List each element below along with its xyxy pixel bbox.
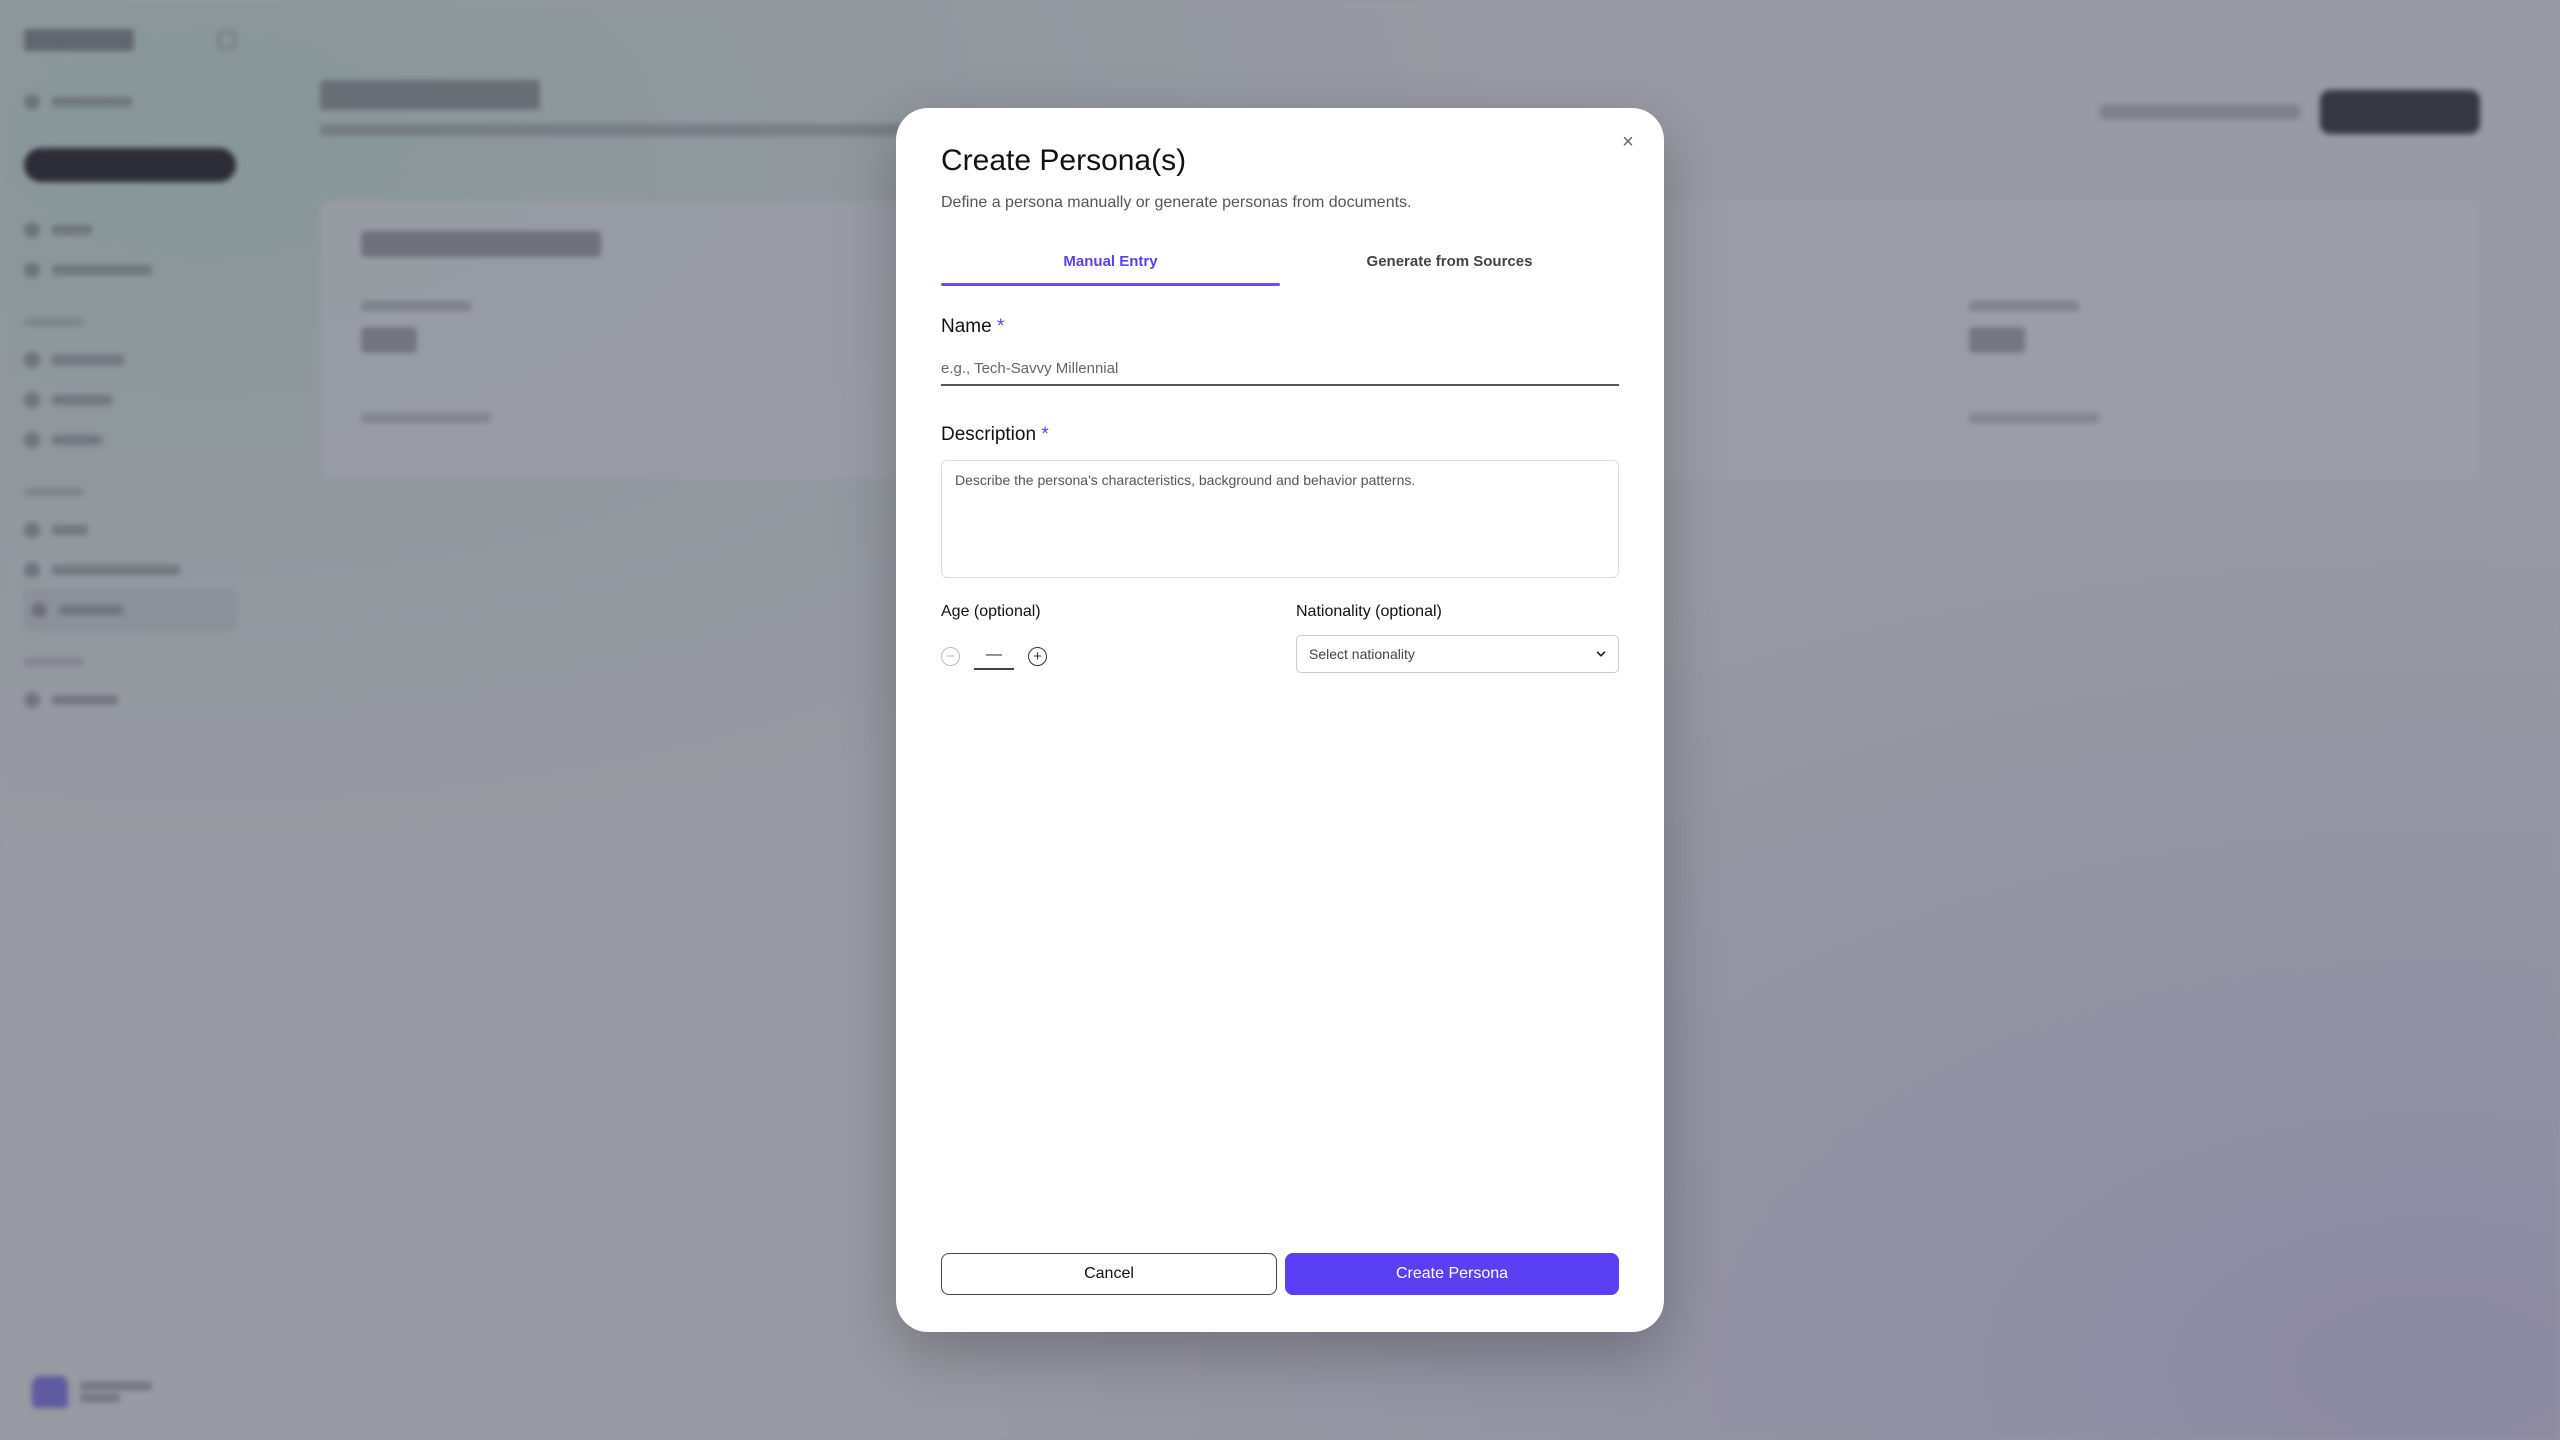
create-persona-dialog: × Create Persona(s) Define a persona man… [896,108,1664,1332]
minus-circle-icon[interactable]: − [941,646,960,666]
nationality-selected-value: Select nationality [1309,646,1415,662]
age-stepper: − — + [941,642,1047,670]
create-persona-button[interactable]: Create Persona [1285,1253,1619,1295]
description-label: Description * [941,424,1049,445]
close-icon[interactable]: × [1616,130,1640,154]
name-input[interactable] [941,352,1619,386]
dialog-tabs: Manual Entry Generate from Sources [941,236,1619,286]
chevron-down-icon [1596,651,1606,657]
cancel-button[interactable]: Cancel [941,1253,1277,1295]
required-mark: * [1041,424,1049,445]
plus-circle-icon[interactable]: + [1028,646,1047,666]
dialog-title: Create Persona(s) [941,144,1187,177]
age-label: Age (optional) [941,603,1041,620]
required-mark: * [996,316,1005,337]
dialog-description: Define a persona manually or generate pe… [941,194,1412,211]
tab-generate-from-sources[interactable]: Generate from Sources [1280,236,1619,286]
description-textarea[interactable] [941,460,1619,578]
nationality-select[interactable]: Select nationality [1296,635,1619,673]
nationality-label: Nationality (optional) [1296,603,1442,620]
name-label: Name * [941,316,1005,337]
tab-manual-entry[interactable]: Manual Entry [941,236,1280,286]
age-value[interactable]: — [974,642,1014,670]
